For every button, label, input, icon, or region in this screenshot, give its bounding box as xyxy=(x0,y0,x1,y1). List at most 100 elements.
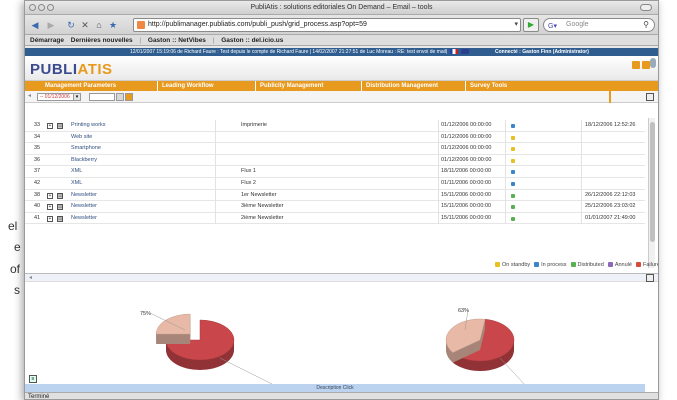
logo-text-part1: PUBLI xyxy=(30,61,78,78)
menu-distribution-management[interactable]: Distribution Management xyxy=(361,81,438,91)
table-row[interactable]: 34 Web site 01/12/2006 00:00:00 xyxy=(25,132,645,144)
filter-input[interactable] xyxy=(89,93,115,101)
menu-management-parameters[interactable]: Management Parameters xyxy=(41,81,116,91)
zoom-window-button[interactable] xyxy=(47,4,54,11)
minimize-window-button[interactable] xyxy=(38,4,45,11)
description-bar[interactable]: Description Click xyxy=(25,384,645,392)
document-icon[interactable]: ▤ xyxy=(57,204,63,211)
bookmark-dernieres-nouvelles[interactable]: Dernières nouvelles xyxy=(71,35,133,46)
pie-label: 75% xyxy=(140,311,151,317)
menu-survey-tools[interactable]: Survey Tools xyxy=(465,81,507,91)
close-window-button[interactable] xyxy=(29,4,36,11)
chart-panel-toggle-icon[interactable] xyxy=(646,274,654,282)
process-grid: 33 + ▤ Printing works Imprimerie 01/12/2006 0… xyxy=(25,120,645,225)
grid-column-separator xyxy=(581,120,582,225)
table-row[interactable]: 41 + ▤ Newsletter 2ième Newsletter 15/11/2006… xyxy=(25,213,645,225)
legend-swatch xyxy=(635,262,641,268)
legend-swatch xyxy=(495,262,500,268)
status-icon xyxy=(511,124,515,128)
table-row[interactable]: 33 + ▤ Printing works Imprimerie 01/12/2006 0… xyxy=(25,120,645,132)
filter-arrow-icon[interactable]: ◂ xyxy=(28,92,31,99)
bookmark-icon[interactable]: ★ xyxy=(107,19,119,31)
search-input[interactable]: G▾ Google ⚲ xyxy=(543,18,655,32)
expand-icon[interactable]: + xyxy=(47,123,53,129)
row-name[interactable]: Smartphone xyxy=(71,143,101,155)
french-flag-icon[interactable] xyxy=(449,49,458,55)
app-header: PUBLIATIS xyxy=(25,56,658,81)
row-name[interactable]: XML xyxy=(71,166,82,178)
row-name[interactable]: XML xyxy=(71,178,82,190)
go-button[interactable]: ▶ xyxy=(523,18,539,32)
page-text-fragment-2: e xyxy=(14,240,21,254)
status-icon xyxy=(511,205,515,210)
chevron-down-icon[interactable]: ▾ xyxy=(73,93,81,101)
export-icon[interactable]: ≡ xyxy=(29,375,37,383)
divider-arrow-icon[interactable]: ◂ xyxy=(29,274,32,281)
legend-label: In process xyxy=(541,262,567,268)
bookmark-delicious[interactable]: Gaston :: del.icio.us xyxy=(221,35,283,46)
row-description: Flux 2 xyxy=(241,179,256,186)
uk-flag-icon[interactable] xyxy=(460,49,469,55)
legend-swatch xyxy=(534,262,540,268)
table-row[interactable]: 42 XML Flux 2 01/11/2006 00:00:00 xyxy=(25,178,645,190)
document-icon[interactable]: ▤ xyxy=(57,123,63,129)
help-icon[interactable] xyxy=(632,61,640,69)
legend-label: Annulé xyxy=(614,262,632,268)
menu-leading-workflow[interactable]: Leading Workflow xyxy=(157,81,214,91)
calendar-icon[interactable] xyxy=(116,93,124,101)
toolbar-toggle-button[interactable] xyxy=(640,4,652,11)
search-engine-icon[interactable]: G▾ xyxy=(548,21,557,33)
back-icon[interactable]: ◀ xyxy=(29,19,41,31)
document-icon[interactable]: ▤ xyxy=(57,192,63,199)
logo-text-part2: ATIS xyxy=(77,61,113,78)
row-name[interactable]: Newsletter xyxy=(71,190,97,202)
legend-item: Distributed xyxy=(570,262,604,268)
table-row[interactable]: 40 + ▤ Newsletter 3ième Newsletter 15/11/2006… xyxy=(25,201,645,213)
row-name[interactable]: Newsletter xyxy=(71,201,97,213)
row-name[interactable]: Blackberry xyxy=(71,155,97,167)
search-placeholder: Google xyxy=(566,21,589,28)
page-scroll-handle[interactable] xyxy=(650,58,656,68)
table-row[interactable]: 38 + ▤ Newsletter 1er Newsletter 15/11/2006 0… xyxy=(25,190,645,202)
row-date: 15/11/2006 00:00:00 xyxy=(441,191,492,198)
row-id: 42 xyxy=(34,179,41,186)
grid-column-separator xyxy=(505,120,506,225)
site-favicon-icon xyxy=(137,21,145,29)
table-row[interactable]: 35 Smartphone 01/12/2006 00:00:00 xyxy=(25,143,645,155)
table-row[interactable]: 37 XML Flux 1 18/11/2006 00:00:00 xyxy=(25,166,645,178)
filter-apply-button[interactable] xyxy=(125,93,133,101)
menu-publicity-management[interactable]: Publicity Management xyxy=(255,81,323,91)
row-description: 3ième Newsletter xyxy=(241,203,284,210)
stop-icon[interactable]: ✕ xyxy=(79,19,91,31)
bookmark-demarrage[interactable]: Démarrage xyxy=(30,35,64,46)
pie-leader-line xyxy=(219,357,281,389)
row-name[interactable]: Newsletter xyxy=(71,213,97,225)
expand-icon[interactable]: + xyxy=(47,204,53,211)
notification-bar: 12/01/2007 15:19:06 de Richard Faure : T… xyxy=(25,48,658,56)
legend-label: Failure xyxy=(642,262,658,268)
search-icon[interactable]: ⚲ xyxy=(643,19,649,31)
reload-icon[interactable]: ↻ xyxy=(65,19,77,31)
grid-scrollbar[interactable] xyxy=(648,118,655,268)
web-app-content: 12/01/2007 15:19:06 de Richard Faure : T… xyxy=(25,48,658,392)
address-dropdown-icon[interactable]: ▾ xyxy=(514,19,518,31)
browser-status-bar: Terminé xyxy=(25,392,658,399)
bookmark-netvibes[interactable]: Gaston :: NetVibes xyxy=(148,35,206,46)
address-bar[interactable]: http://publimanager.publiatis.com/publi_… xyxy=(133,18,521,32)
row-id: 38 xyxy=(34,191,41,198)
row-id: 36 xyxy=(34,156,41,163)
home-icon[interactable]: ⌂ xyxy=(93,19,105,31)
expand-icon[interactable]: + xyxy=(47,215,53,222)
row-description: 2ième Newsletter xyxy=(241,214,284,221)
row-name[interactable]: Printing works xyxy=(71,120,106,132)
page-text-fragment-3: of xyxy=(10,262,21,276)
forward-icon[interactable]: ▶ xyxy=(45,19,57,31)
logout-icon[interactable] xyxy=(642,61,650,69)
expand-icon[interactable]: + xyxy=(47,192,53,199)
panel-toggle-icon[interactable] xyxy=(646,93,654,101)
document-icon[interactable]: ▤ xyxy=(57,215,63,222)
grid-scroll-thumb[interactable] xyxy=(650,122,655,242)
row-date: 01/12/2006 00:00:00 xyxy=(441,122,492,128)
table-row[interactable]: 36 Blackberry 01/12/2006 00:00:00 xyxy=(25,155,645,167)
row-name[interactable]: Web site xyxy=(71,132,92,144)
